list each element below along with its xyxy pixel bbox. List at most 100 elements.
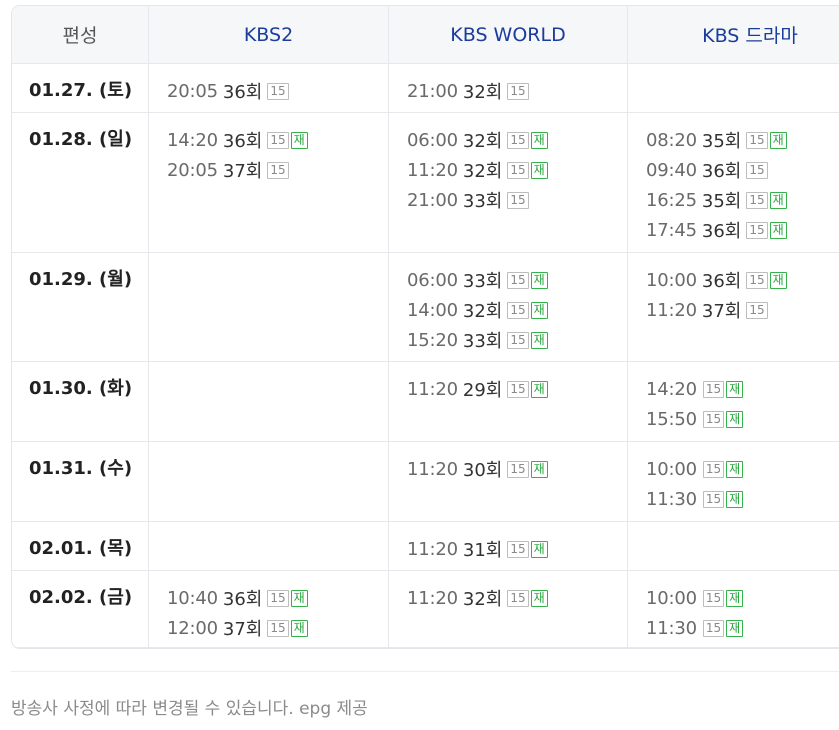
airing-time: 06:00 — [407, 269, 458, 291]
schedule-cell: 10:00 15 재 11:30 15 재 — [628, 442, 839, 522]
airing-time: 14:20 — [646, 378, 697, 400]
airing-item[interactable]: 10:00 36회 15 재 — [646, 265, 839, 295]
episode-number: 32회 — [462, 131, 503, 152]
airing-time: 11:20 — [646, 299, 697, 321]
airing-item[interactable]: 06:00 33회 15 재 — [407, 265, 627, 295]
schedule-cell: 10:00 36회 15 재 11:20 37회 15 — [628, 253, 839, 362]
rerun-badge: 재 — [290, 619, 308, 637]
episode-number: 31회 — [462, 540, 503, 561]
airing-item[interactable]: 21:00 32회 15 — [407, 76, 627, 106]
airing-item[interactable]: 10:40 36회 15 재 — [167, 583, 388, 613]
airing-item[interactable]: 11:20 29회 15 재 — [407, 374, 627, 404]
airing-item[interactable]: 20:05 37회 15 — [167, 155, 388, 185]
airing-list: 11:20 30회 15 재 — [407, 454, 627, 484]
airing-list: 06:00 33회 15 재 14:00 32회 15 재 15:20 33회 15 재 — [407, 265, 627, 355]
airing-item[interactable]: 11:20 30회 15 재 — [407, 454, 627, 484]
header-channel-kbs-world[interactable]: KBS WORLD — [389, 6, 628, 64]
episode-number: 32회 — [462, 82, 503, 103]
airing-item[interactable]: 16:25 35회 15 재 — [646, 185, 839, 215]
age-rating-badge: 15 — [746, 221, 768, 239]
broadcast-schedule-table: 편성 KBS2 KBS WORLD KBS 드라마 01.27. (토) 20:0… — [11, 5, 839, 649]
schedule-cell: 14:20 15 재 15:50 15 재 — [628, 362, 839, 442]
schedule-cell: 20:05 36회 15 — [149, 64, 389, 113]
airing-list: 11:20 29회 15 재 — [407, 374, 627, 404]
airing-item[interactable]: 15:50 15 재 — [646, 404, 839, 434]
airing-item[interactable]: 11:20 37회 15 — [646, 295, 839, 325]
rerun-badge: 재 — [530, 540, 548, 558]
rerun-badge: 재 — [769, 191, 787, 209]
airing-item[interactable]: 14:00 32회 15 재 — [407, 295, 627, 325]
episode-number: 36회 — [222, 131, 263, 152]
age-rating-badge: 15 — [507, 589, 529, 607]
episode-number: 32회 — [462, 161, 503, 182]
header-channel-kbs-drama[interactable]: KBS 드라마 — [628, 6, 839, 64]
airing-item[interactable]: 20:05 36회 15 — [167, 76, 388, 106]
airing-list: 21:00 32회 15 — [407, 76, 627, 106]
age-rating-badge: 15 — [267, 161, 289, 179]
airing-item[interactable]: 11:20 32회 15 재 — [407, 155, 627, 185]
airing-item[interactable]: 15:20 33회 15 재 — [407, 325, 627, 355]
age-rating-badge: 15 — [746, 301, 768, 319]
airing-item[interactable]: 11:30 15 재 — [646, 613, 839, 643]
divider — [11, 671, 839, 672]
footnote: 방송사 사정에 따라 변경될 수 있습니다. epg 제공 — [11, 699, 368, 719]
age-rating-badge: 15 — [507, 271, 529, 289]
header-channel-kbs2[interactable]: KBS2 — [149, 6, 389, 64]
age-rating-badge: 15 — [267, 131, 289, 149]
schedule-cell: 21:00 32회 15 — [389, 64, 628, 113]
airing-list: 10:40 36회 15 재 12:00 37회 15 재 — [167, 583, 388, 643]
airing-time: 15:20 — [407, 329, 458, 351]
airing-item[interactable]: 11:20 32회 15 재 — [407, 583, 627, 613]
airing-time: 08:20 — [646, 129, 697, 151]
airing-item[interactable]: 14:20 36회 15 재 — [167, 125, 388, 155]
airing-time: 14:00 — [407, 299, 458, 321]
rerun-badge: 재 — [530, 589, 548, 607]
episode-number: 36회 — [701, 271, 742, 292]
age-rating-badge: 15 — [746, 191, 768, 209]
age-rating-badge: 15 — [267, 589, 289, 607]
age-rating-badge: 15 — [746, 161, 768, 179]
age-rating-badge: 15 — [267, 619, 289, 637]
age-rating-badge: 15 — [702, 460, 725, 478]
airing-item[interactable]: 17:45 36회 15 재 — [646, 215, 839, 245]
episode-number: 30회 — [462, 460, 503, 481]
header-schedule: 편성 — [12, 6, 149, 64]
rerun-badge: 재 — [769, 221, 787, 239]
episode-number: 35회 — [701, 191, 742, 212]
airing-item[interactable]: 06:00 32회 15 재 — [407, 125, 627, 155]
airing-item[interactable]: 12:00 37회 15 재 — [167, 613, 388, 643]
airing-item[interactable]: 11:30 15 재 — [646, 484, 839, 514]
airing-item[interactable]: 21:00 33회 15 — [407, 185, 627, 215]
airing-item[interactable]: 08:20 35회 15 재 — [646, 125, 839, 155]
schedule-cell: 11:20 29회 15 재 — [389, 362, 628, 442]
episode-number: 33회 — [462, 271, 503, 292]
episode-number: 32회 — [462, 301, 503, 322]
airing-item[interactable]: 09:40 36회 15 — [646, 155, 839, 185]
airing-time: 17:45 — [646, 219, 697, 241]
airing-item[interactable]: 10:00 15 재 — [646, 583, 839, 613]
airing-time: 11:30 — [646, 488, 697, 510]
airing-item[interactable]: 14:20 15 재 — [646, 374, 839, 404]
airing-item[interactable]: 10:00 15 재 — [646, 454, 839, 484]
airing-item[interactable]: 11:20 31회 15 재 — [407, 534, 627, 564]
airing-list: 10:00 15 재 11:30 15 재 — [646, 454, 839, 514]
airing-time: 14:20 — [167, 129, 218, 151]
rerun-badge: 재 — [530, 161, 548, 179]
age-rating-badge: 15 — [507, 380, 529, 398]
age-rating-badge: 15 — [702, 490, 725, 508]
schedule-cell: 06:00 32회 15 재 11:20 32회 15 재 21:00 33회 15 — [389, 113, 628, 253]
airing-list: 10:00 36회 15 재 11:20 37회 15 — [646, 265, 839, 325]
age-rating-badge: 15 — [702, 589, 725, 607]
airing-time: 12:00 — [167, 617, 218, 639]
schedule-date: 01.28. (일) — [12, 113, 149, 253]
age-rating-badge: 15 — [746, 131, 768, 149]
rerun-badge: 재 — [530, 131, 548, 149]
airing-list: 14:20 15 재 15:50 15 재 — [646, 374, 839, 434]
airing-time: 10:00 — [646, 458, 697, 480]
episode-number: 35회 — [701, 131, 742, 152]
airing-time: 09:40 — [646, 159, 697, 181]
age-rating-badge: 15 — [267, 82, 289, 100]
airing-time: 15:50 — [646, 408, 697, 430]
episode-number: 32회 — [462, 589, 503, 610]
schedule-date: 01.30. (화) — [12, 362, 149, 442]
